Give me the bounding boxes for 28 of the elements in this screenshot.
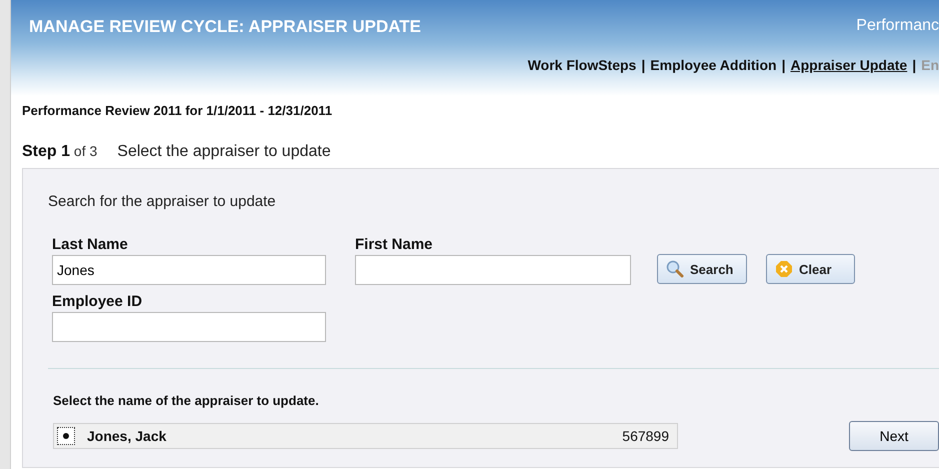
nav-link[interactable]: Employee Addition: [650, 57, 777, 73]
next-button[interactable]: Next: [849, 421, 939, 451]
search-button[interactable]: Search: [657, 254, 747, 284]
employee-id-field[interactable]: [52, 312, 326, 342]
field-label: Last Name: [52, 236, 129, 253]
nav-separator: |: [912, 57, 916, 73]
step-indicator: Step 1 of 3: [22, 143, 98, 161]
nav-separator: |: [782, 57, 786, 73]
search-heading: Search for the appraiser to update: [48, 193, 277, 210]
clear-button[interactable]: Clear: [766, 254, 855, 284]
last-name-field[interactable]: Jones: [52, 255, 326, 285]
review-title: Performance Review 2011 for 1/1/2011 - 12/31/2011: [22, 103, 334, 118]
nav-separator: |: [641, 57, 646, 73]
nav-link[interactable]: Work FlowSteps: [528, 57, 636, 73]
field-label: First Name: [355, 236, 434, 253]
step-description: Select the appraiser to update: [117, 143, 331, 161]
search-icon: [666, 260, 684, 278]
appraiser-name: Jones, Jack: [86, 428, 168, 444]
result-row[interactable]: Jones, Jack 567899: [53, 423, 678, 449]
radio-button[interactable]: [57, 427, 75, 445]
header-text: Performanc: [856, 16, 939, 34]
close-icon: [775, 260, 793, 278]
employee-id: 567899: [622, 428, 670, 444]
first-name-field[interactable]: [355, 255, 631, 285]
field-label: Employee ID: [52, 293, 144, 310]
results-heading: Select the name of the appraiser to update.: [53, 393, 320, 408]
page-title: MANAGE REVIEW CYCLE: APPRAISER UPDATE: [29, 17, 421, 37]
nav-link[interactable]: Appraiser Update: [790, 57, 908, 73]
